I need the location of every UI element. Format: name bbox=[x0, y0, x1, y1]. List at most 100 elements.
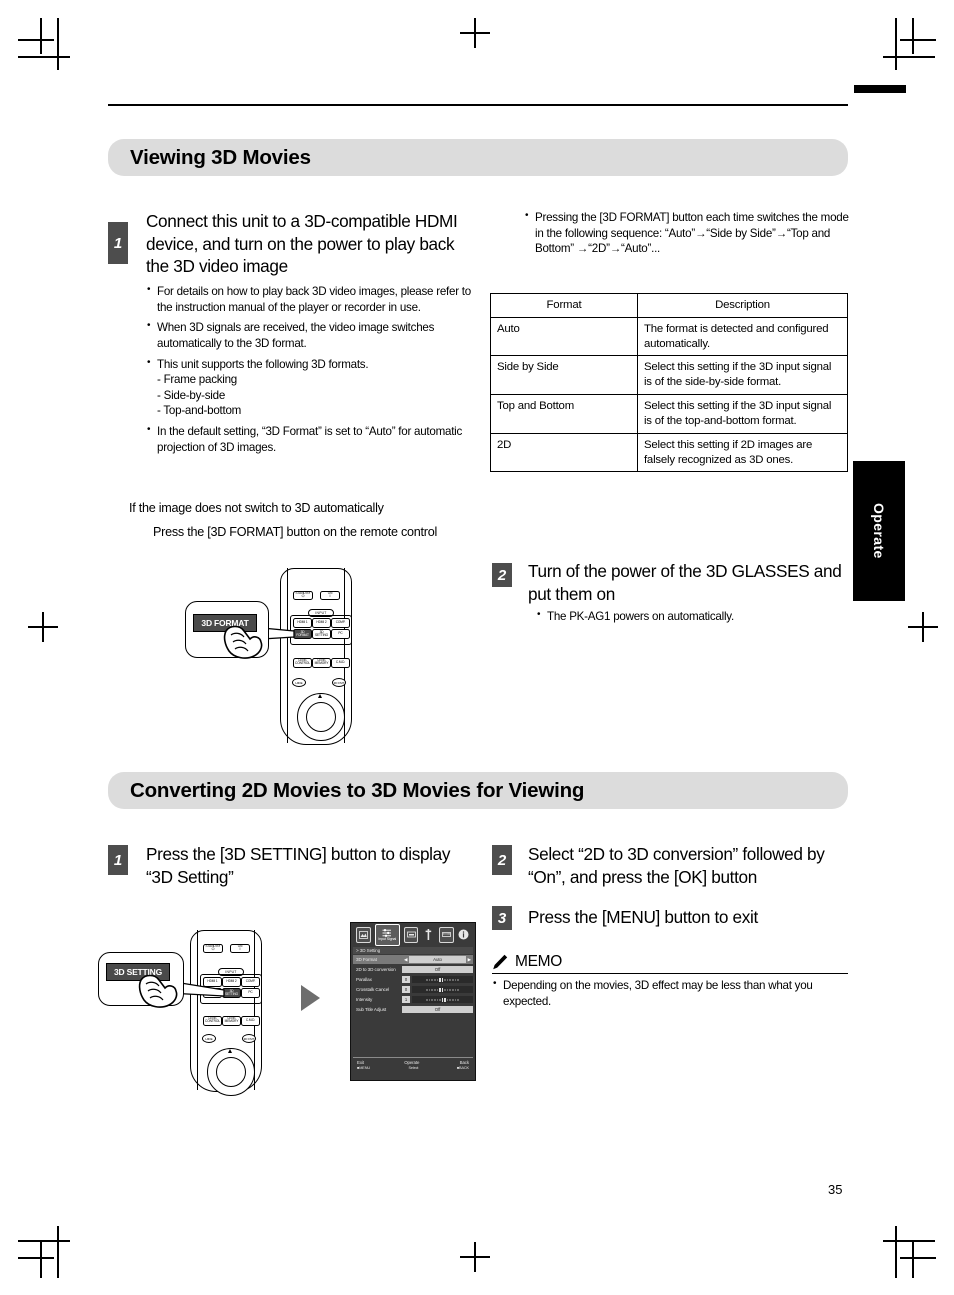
osd-row-label: Parallax bbox=[356, 977, 372, 982]
step-number-label: 1 bbox=[113, 851, 123, 869]
osd-footer-back-key: ■BACK bbox=[456, 1066, 469, 1070]
osd-footer: Exit Operate Back ■MENU Select ■BACK bbox=[353, 1057, 473, 1078]
section-heading-converting-2d-3d: Converting 2D Movies to 3D Movies for Vi… bbox=[108, 772, 848, 809]
crop-mark-bottom-right-h bbox=[883, 1240, 935, 1242]
memo-block: MEMO Depending on the movies, 3D effect … bbox=[492, 953, 848, 1009]
step-1-2-title: Turn of the power of the 3D GLASSES and … bbox=[528, 561, 842, 604]
osd-slider[interactable] bbox=[412, 976, 473, 983]
osd-row-sub-title-adjust[interactable]: Sub Title Adjust Off bbox=[353, 1005, 473, 1014]
step-number-label: 2 bbox=[497, 851, 507, 869]
page-number: 35 bbox=[828, 1182, 843, 1197]
step-1-1-bullets: For details on how to play back 3D video… bbox=[146, 283, 476, 460]
table-cell-description: Select this setting if the 3D input sign… bbox=[636, 394, 849, 434]
remote-control-illustration-top: STAND BY ⏻ ON I INPUT HDMI 1 HDMI 2 COMP… bbox=[180, 565, 380, 745]
list-item: For details on how to play back 3D video… bbox=[146, 283, 476, 315]
table-header-description: Description bbox=[636, 293, 849, 318]
list-item: When 3D signals are received, the video … bbox=[146, 319, 476, 351]
fallback-body: Press the [3D FORMAT] button on the remo… bbox=[153, 525, 438, 539]
side-tab-label: Operate bbox=[871, 503, 887, 559]
osd-setting-rows: 3D Format ◀ Auto ▶ 2D to 3D conversion O… bbox=[353, 955, 473, 1015]
osd-row-value: 0 bbox=[402, 976, 410, 983]
osd-footer-exit-key: ■MENU bbox=[357, 1066, 370, 1070]
header-black-bar bbox=[854, 85, 906, 93]
section-heading-label: Viewing 3D Movies bbox=[130, 145, 311, 169]
crop-mark-top-right-h2 bbox=[900, 39, 936, 41]
osd-row-value: 1 bbox=[402, 996, 410, 1003]
crop-mark-top-left-h2 bbox=[18, 39, 54, 41]
step-1-2-bullets: The PK-AG1 powers on automatically. bbox=[536, 608, 856, 625]
memo-title: MEMO bbox=[515, 953, 563, 970]
osd-row-label: 2D to 3D conversion bbox=[356, 967, 396, 972]
osd-row-parallax[interactable]: Parallax 0 bbox=[353, 975, 473, 984]
osd-slider[interactable] bbox=[412, 986, 473, 993]
crop-mark-bottom-left-h bbox=[18, 1240, 70, 1242]
list-item: Pressing the [3D FORMAT] button each tim… bbox=[524, 209, 854, 257]
table-row: 2D Select this setting if 2D images are … bbox=[490, 432, 849, 473]
table-header-format: Format bbox=[490, 293, 638, 318]
step-number-label: 3 bbox=[497, 909, 507, 927]
list-item: - Frame packing bbox=[157, 373, 238, 387]
step-number-1-1: 1 bbox=[108, 222, 128, 264]
crop-mark-bottom-right-v bbox=[895, 1226, 897, 1278]
chevron-right-icon[interactable]: ▶ bbox=[468, 957, 471, 963]
osd-row-3d-format[interactable]: 3D Format ◀ Auto ▶ bbox=[353, 955, 473, 964]
osd-tab-selected-label: Input Signal bbox=[378, 936, 397, 941]
crop-mark-top-right-v2 bbox=[912, 18, 914, 54]
table-cell-description: Select this setting if the 3D input sign… bbox=[636, 355, 849, 396]
osd-footer-select: Select bbox=[408, 1066, 419, 1070]
osd-footer-exit: Exit bbox=[357, 1060, 364, 1065]
step-number-2-1: 1 bbox=[108, 845, 128, 875]
osd-tab-information[interactable] bbox=[458, 928, 471, 942]
osd-row-value: 0 bbox=[402, 986, 410, 993]
osd-breadcrumb: > 3D Setting bbox=[353, 947, 473, 954]
osd-menu-screenshot: Input Signal > 3D Setting 3D Format ◀ Au… bbox=[350, 922, 476, 1081]
step-number-label: 1 bbox=[113, 234, 123, 252]
section-heading-label: Converting 2D Movies to 3D Movies for Vi… bbox=[130, 778, 585, 802]
list-item: - Top-and-bottom bbox=[157, 404, 242, 418]
osd-row-value: Off bbox=[402, 966, 473, 973]
crop-mark-bottom-right-h2 bbox=[900, 1257, 936, 1259]
section-heading-viewing-3d: Viewing 3D Movies bbox=[108, 139, 848, 176]
osd-tab-function[interactable] bbox=[438, 926, 454, 943]
osd-row-crosstalk-cancel[interactable]: Crosstalk Cancel 0 bbox=[353, 985, 473, 994]
header-rule bbox=[108, 104, 848, 106]
pencil-icon bbox=[493, 954, 508, 969]
table-cell-format: Top and Bottom bbox=[490, 394, 638, 434]
osd-row-2d-to-3d-conversion[interactable]: 2D to 3D conversion Off bbox=[353, 965, 473, 974]
remote-control-illustration-bottom: STAND BY ⏻ ON I INPUT HDMI 1 HDMI 2 COMP… bbox=[95, 930, 295, 1096]
table-cell-description: The format is detected and configured au… bbox=[636, 316, 849, 357]
osd-tab-input-signal[interactable]: Input Signal bbox=[374, 923, 400, 946]
format-sublist: - Frame packing - Side-by-side - Top-and… bbox=[146, 372, 476, 419]
osd-row-label: Intensity bbox=[356, 997, 373, 1002]
step-2-2-title: Select “2D to 3D conversion” followed by… bbox=[528, 844, 825, 887]
osd-tab-installation[interactable] bbox=[403, 926, 419, 943]
table-row: Top and Bottom Select this setting if th… bbox=[490, 394, 849, 434]
table-header-row: Format Description bbox=[490, 293, 849, 318]
step-number-label: 2 bbox=[497, 566, 507, 584]
step-1-1-title: Connect this unit to a 3D-compatible HDM… bbox=[146, 211, 458, 277]
table-cell-description: Select this setting if 2D images are fal… bbox=[636, 432, 849, 473]
list-item: In the default setting, “3D Format” is s… bbox=[146, 423, 476, 455]
table-cell-format: Side by Side bbox=[490, 355, 638, 396]
side-tab-operate: Operate bbox=[853, 461, 905, 601]
osd-slider[interactable] bbox=[412, 996, 473, 1003]
osd-row-intensity[interactable]: Intensity 1 bbox=[353, 995, 473, 1004]
chevron-left-icon[interactable]: ◀ bbox=[404, 957, 407, 963]
pointing-hand-icon bbox=[223, 625, 263, 659]
format-description-table: Format Description Auto The format is de… bbox=[490, 293, 849, 473]
osd-tab-display-setup[interactable] bbox=[422, 928, 435, 942]
osd-tab-picture-adjust[interactable] bbox=[356, 926, 371, 943]
pointing-hand-icon bbox=[138, 974, 178, 1008]
osd-row-label: Sub Title Adjust bbox=[356, 1007, 387, 1012]
step-number-1-2: 2 bbox=[492, 563, 512, 587]
step-2-1-title: Press the [3D SETTING] button to display… bbox=[146, 844, 451, 887]
crop-mark-top-left-v2 bbox=[40, 18, 42, 54]
list-item: - Side-by-side bbox=[157, 388, 226, 402]
list-item: The PK-AG1 powers on automatically. bbox=[536, 608, 856, 625]
list-item: This unit supports the following 3D form… bbox=[146, 356, 476, 373]
crop-mark-bottom-right-v2 bbox=[912, 1242, 914, 1278]
osd-row-label: Crosstalk Cancel bbox=[356, 987, 390, 992]
crop-mark-bottom-left-h2 bbox=[18, 1257, 54, 1259]
osd-row-value: Auto bbox=[409, 956, 466, 963]
step-number-2-3: 3 bbox=[492, 906, 512, 930]
